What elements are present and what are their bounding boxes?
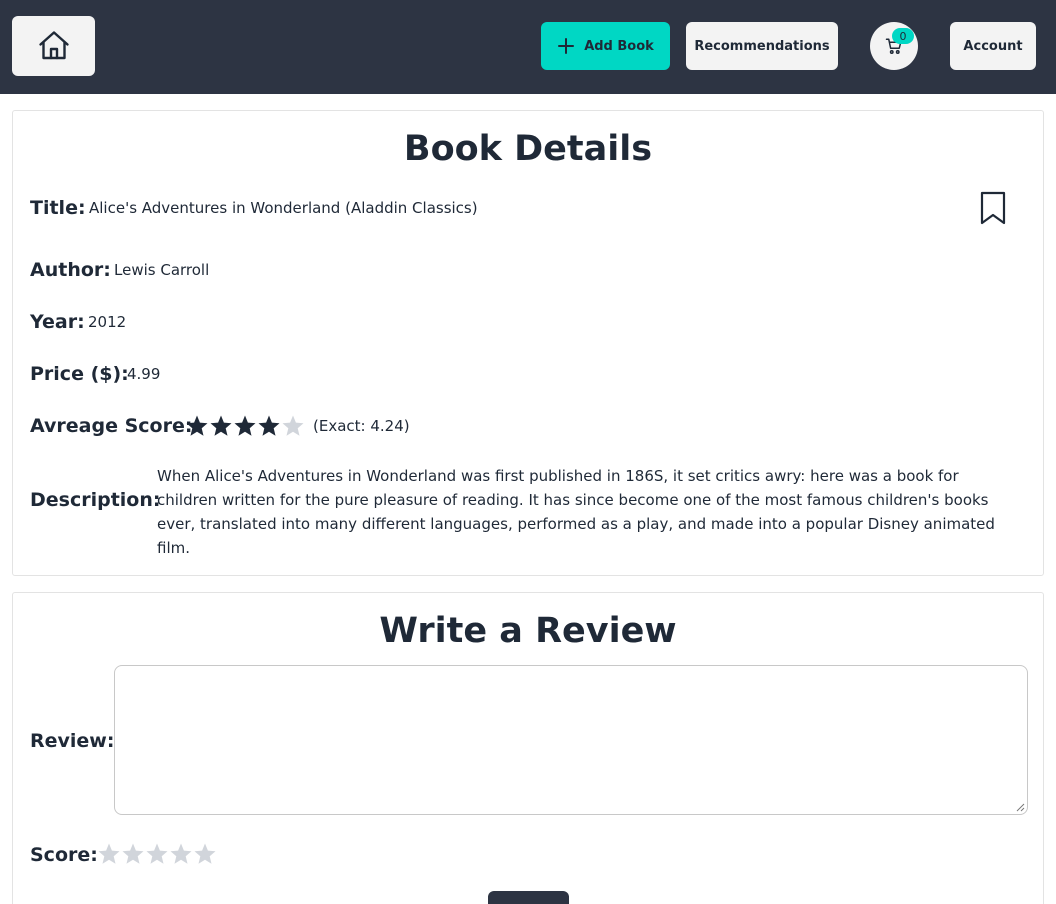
year-label: Year: (30, 311, 85, 333)
home-button[interactable] (12, 16, 95, 76)
star-icon[interactable] (121, 842, 145, 866)
cart-button[interactable]: 0 (870, 22, 918, 70)
review-label: Review: (30, 730, 115, 752)
score-label: Score: (30, 844, 98, 866)
book-details-card: Book Details Title: Alice's Adventures i… (12, 110, 1044, 576)
cart-count-badge: 0 (892, 28, 914, 44)
price-label: Price ($): (30, 363, 129, 385)
book-details-heading: Book Details (403, 129, 653, 169)
account-button[interactable]: Account (950, 22, 1036, 70)
review-score-stars[interactable] (97, 842, 217, 866)
author-label: Author: (30, 259, 111, 281)
title-label: Title: (30, 197, 86, 219)
title-value: Alice's Adventures in Wonderland (Aladdi… (89, 199, 478, 217)
bookmark-icon[interactable] (978, 191, 1008, 225)
average-score-stars (185, 414, 305, 438)
recommendations-button[interactable]: Recommendations (686, 22, 838, 70)
home-icon (38, 31, 69, 60)
recommendations-label: Recommendations (694, 38, 830, 54)
review-textarea[interactable] (114, 665, 1028, 815)
star-icon[interactable] (169, 842, 193, 866)
star-icon (210, 415, 232, 436)
star-icon (282, 415, 304, 436)
add-book-button[interactable]: Add Book (541, 22, 670, 70)
star-icon (186, 415, 208, 436)
average-score-label: Avreage Score: (30, 415, 193, 437)
star-icon (258, 415, 280, 436)
star-icon[interactable] (97, 842, 121, 866)
price-value: 4.99 (127, 365, 161, 383)
top-navbar: Add Book Recommendations 0 Account (0, 0, 1056, 94)
account-label: Account (963, 38, 1023, 54)
star-icon[interactable] (193, 842, 217, 866)
add-book-label: Add Book (584, 38, 654, 54)
plus-icon (558, 38, 575, 54)
author-value: Lewis Carroll (114, 261, 210, 279)
write-review-heading: Write a Review (379, 611, 677, 651)
write-review-card: Write a Review Review: Score: (12, 592, 1044, 904)
submit-review-button[interactable] (488, 891, 569, 904)
description-value: When Alice's Adventures in Wonderland wa… (157, 467, 995, 557)
year-value: 2012 (88, 313, 127, 331)
description-label: Description: (30, 489, 161, 511)
average-score-exact: (Exact: 4.24) (313, 417, 410, 435)
star-icon (234, 415, 256, 436)
star-icon[interactable] (145, 842, 169, 866)
resize-grip-icon[interactable] (1015, 802, 1025, 812)
